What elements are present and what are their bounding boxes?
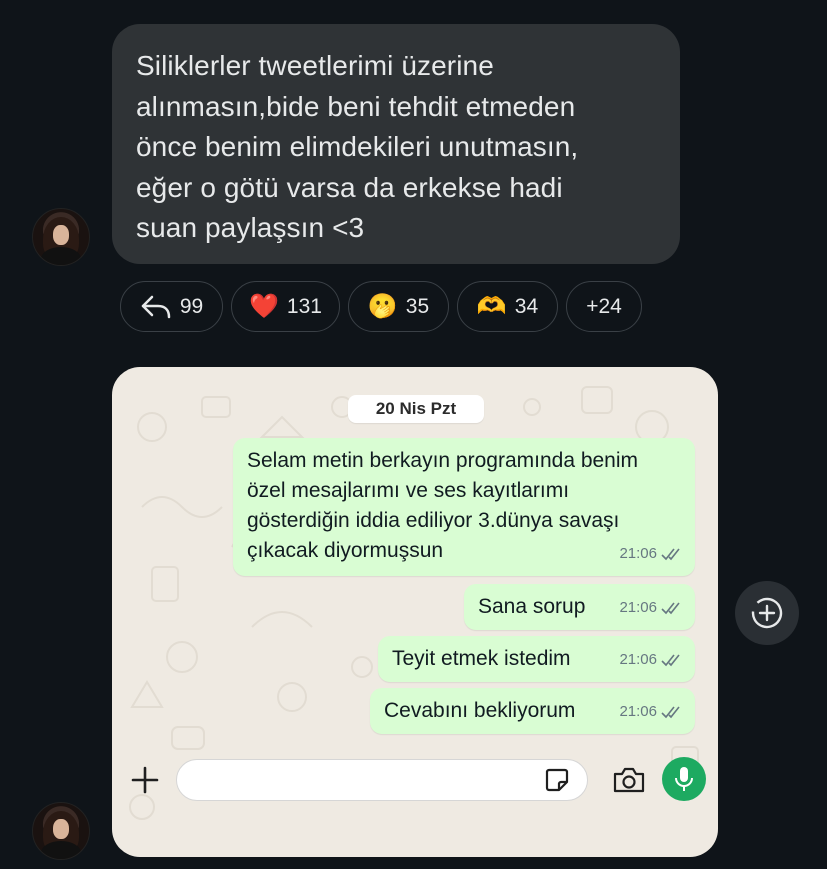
message-meta: 21:06 (619, 645, 683, 675)
reaction-more[interactable]: +24 (566, 281, 642, 332)
double-check-icon (661, 706, 680, 719)
outgoing-message[interactable]: Cevabını bekliyorum 21:06 (370, 688, 695, 734)
mic-button[interactable] (662, 757, 706, 801)
reaction-heart[interactable]: ❤️ 131 (231, 281, 340, 332)
reaction-heart-hands[interactable]: 🫶 34 (457, 281, 558, 332)
whatsapp-screenshot[interactable]: 20 Nis Pzt Selam metin berkayın programı… (112, 367, 718, 857)
add-reaction-icon (751, 597, 783, 629)
plus-icon[interactable] (130, 765, 160, 795)
heart-hands-icon: 🫶 (476, 292, 507, 320)
reaction-reply[interactable]: 99 (120, 281, 223, 332)
outgoing-message[interactable]: Teyit etmek istedim 21:06 (378, 636, 695, 682)
message-bubble[interactable]: Siliklerler tweetlerimi üzerine alınması… (112, 24, 680, 264)
message-text: Selam metin berkayın programında benim ö… (247, 449, 639, 562)
double-check-icon (661, 602, 680, 615)
mic-icon (675, 767, 693, 791)
message-input[interactable] (176, 759, 588, 801)
message-time: 21:06 (619, 651, 657, 668)
double-check-icon (661, 548, 680, 561)
reaction-count: 131 (286, 294, 322, 318)
dm-conversation: Siliklerler tweetlerimi üzerine alınması… (0, 0, 827, 869)
message-meta: 21:06 (619, 593, 683, 623)
message-time: 21:06 (619, 703, 657, 720)
avatar[interactable] (32, 208, 90, 266)
message-meta: 21:06 (619, 539, 683, 569)
outgoing-message[interactable]: Selam metin berkayın programında benim ö… (233, 438, 695, 576)
camera-icon[interactable] (612, 765, 646, 795)
reaction-count: 35 (405, 294, 430, 318)
double-check-icon (661, 654, 680, 667)
add-reaction-button[interactable] (735, 581, 799, 645)
date-divider: 20 Nis Pzt (348, 395, 484, 423)
reply-icon (141, 295, 171, 318)
more-reactions-label: +24 (586, 294, 622, 318)
reaction-face[interactable]: 🫢 35 (348, 281, 449, 332)
message-meta: 21:06 (619, 697, 683, 727)
avatar[interactable] (32, 802, 90, 860)
reaction-bar: 99 ❤️ 131 🫢 35 🫶 34 +24 (120, 281, 642, 334)
message-time: 21:06 (619, 599, 657, 616)
reaction-count: 99 (179, 294, 204, 318)
sticker-icon[interactable] (544, 767, 570, 793)
outgoing-message[interactable]: Sana sorup 21:06 (464, 584, 695, 630)
reaction-count: 34 (514, 294, 539, 318)
message-time: 21:06 (619, 545, 657, 562)
face-with-hand-icon: 🫢 (367, 292, 398, 320)
heart-icon: ❤️ (249, 292, 279, 320)
